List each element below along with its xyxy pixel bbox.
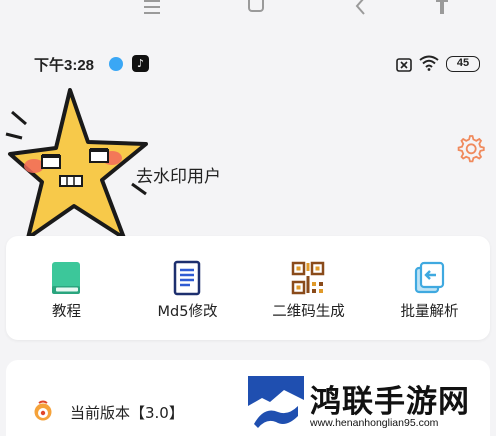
watermark: 鸿联手游网 www.henanhonglian95.com [248,376,496,436]
status-bar: 下午3:28 ♪ 45 [0,48,496,78]
menu-icon[interactable] [140,0,164,18]
tool-label: 教程 [52,304,81,320]
tool-batch-parse[interactable]: 批量解析 [369,236,490,340]
tiktok-icon: ♪ [132,55,149,72]
tool-qrcode-generate[interactable]: 二维码生成 [248,236,369,340]
username: 去水印用户 [136,167,221,187]
tool-label: 批量解析 [400,304,459,320]
app-notification-icon [109,57,123,71]
home-icon[interactable] [244,0,268,18]
avatar[interactable] [4,84,154,250]
settings-gear-icon[interactable] [455,133,485,163]
version-badge-icon [32,400,54,422]
tool-label: Md5修改 [157,304,218,320]
document-icon [169,260,205,296]
watermark-title: 鸿联手游网 [310,384,470,420]
tool-tutorial[interactable]: 教程 [6,236,127,340]
battery-indicator: 45 [446,56,480,72]
tools-card: 教程 Md5修改 二维码生成 批量解析 [6,236,490,340]
tool-label: 二维码生成 [272,304,345,320]
tool-md5-modify[interactable]: Md5修改 [127,236,248,340]
status-time: 下午3:28 [34,57,95,74]
accessibility-icon[interactable] [430,0,454,18]
qrcode-icon [290,260,326,296]
book-icon [48,260,84,296]
no-sim-icon [396,57,412,76]
back-icon[interactable] [350,0,374,18]
version-label: 当前版本【3.0】 [70,404,184,422]
profile-section: 去水印用户 [0,80,496,250]
watermark-logo [248,376,304,432]
system-navigation-bar [0,0,496,22]
watermark-url: www.henanhonglian95.com [310,417,439,429]
batch-export-icon [411,260,447,296]
wifi-icon [419,55,439,75]
